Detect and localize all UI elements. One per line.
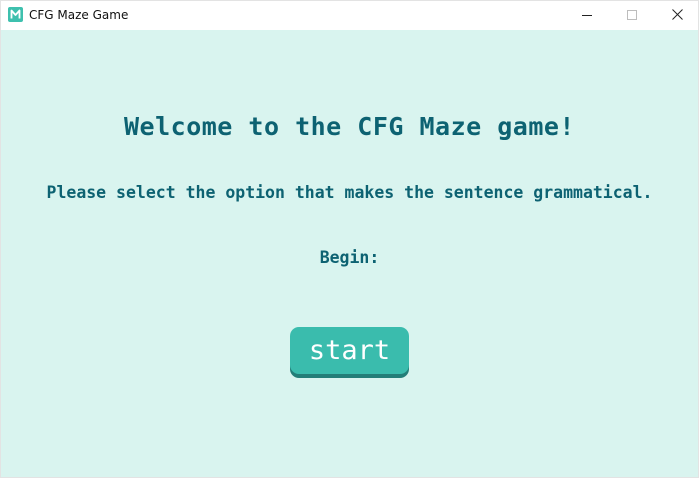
start-button[interactable]: start: [290, 327, 409, 374]
main-content: Welcome to the CFG Maze game! Please sel…: [1, 30, 698, 477]
instructions-text: Please select the option that makes the …: [46, 183, 653, 202]
window-title: CFG Maze Game: [29, 8, 129, 22]
app-icon: [8, 7, 23, 22]
maximize-icon: [627, 7, 637, 25]
maximize-button[interactable]: [609, 1, 655, 30]
title-bar[interactable]: CFG Maze Game: [1, 1, 698, 30]
close-icon: [671, 7, 683, 25]
close-button[interactable]: [654, 1, 699, 30]
app-window: CFG Maze Game Welcome to the CFG Maze ga…: [0, 0, 699, 478]
minimize-icon: [582, 7, 592, 25]
minimize-button[interactable]: [564, 1, 610, 30]
welcome-heading: Welcome to the CFG Maze game!: [124, 112, 575, 141]
begin-label: Begin:: [319, 248, 380, 267]
